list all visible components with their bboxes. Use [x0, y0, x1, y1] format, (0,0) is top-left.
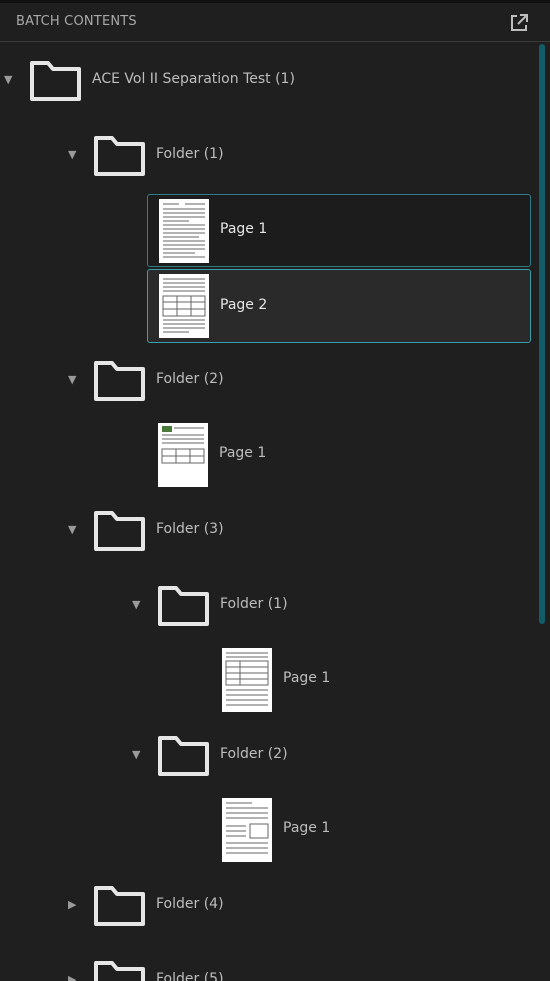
page-thumbnail	[158, 423, 208, 487]
page-label: Page 1	[219, 445, 267, 461]
chevron-right-icon[interactable]: ▶	[68, 899, 76, 911]
folder-4-label: Folder (4)	[156, 896, 224, 912]
page-item[interactable]: Page 1	[147, 419, 531, 492]
folder-icon	[92, 357, 148, 403]
folder-icon	[28, 57, 84, 103]
chevron-down-icon[interactable]: ▼	[68, 149, 76, 161]
folder-1-label: Folder (1)	[156, 146, 224, 162]
tree-root[interactable]: ▼ ACE Vol II Separation Test (1)	[0, 55, 530, 105]
page-label: Page 1	[283, 820, 331, 836]
chevron-down-icon[interactable]: ▼	[4, 74, 12, 86]
page-item[interactable]: Page 1	[211, 794, 531, 867]
page-thumbnail	[222, 798, 272, 862]
chevron-down-icon[interactable]: ▼	[132, 599, 140, 611]
page-item[interactable]: Page 1	[211, 644, 531, 717]
panel-header: BATCH CONTENTS	[0, 3, 550, 42]
page-item-selected[interactable]: Page 2	[147, 269, 531, 343]
page-label: Page 2	[220, 297, 268, 313]
page-label: Page 1	[220, 221, 268, 237]
folder-icon	[92, 957, 148, 981]
folder-2-label: Folder (2)	[156, 371, 224, 387]
folder-5[interactable]: ▶ Folder (5)	[0, 955, 530, 981]
folder-3[interactable]: ▼ Folder (3)	[0, 505, 530, 555]
folder-3-sub-2-label: Folder (2)	[220, 746, 288, 762]
folder-5-label: Folder (5)	[156, 971, 224, 981]
batch-contents-panel: BATCH CONTENTS ▼ ACE Vol II Separation T…	[0, 0, 550, 981]
folder-icon	[92, 882, 148, 928]
panel-title: BATCH CONTENTS	[16, 14, 137, 29]
folder-icon	[156, 732, 212, 778]
chevron-down-icon[interactable]: ▼	[68, 374, 76, 386]
folder-icon	[156, 582, 212, 628]
scrollbar[interactable]	[539, 44, 545, 624]
folder-1[interactable]: ▼ Folder (1)	[0, 130, 530, 180]
folder-icon	[92, 132, 148, 178]
page-thumbnail	[159, 274, 209, 338]
tree-root-label: ACE Vol II Separation Test (1)	[92, 71, 295, 87]
folder-icon	[92, 507, 148, 553]
chevron-down-icon[interactable]: ▼	[132, 749, 140, 761]
folder-2[interactable]: ▼ Folder (2)	[0, 355, 530, 405]
folder-3-sub-2[interactable]: ▼ Folder (2)	[0, 730, 530, 780]
chevron-right-icon[interactable]: ▶	[68, 974, 76, 981]
page-thumbnail	[222, 648, 272, 712]
chevron-down-icon[interactable]: ▼	[68, 524, 76, 536]
folder-3-sub-1[interactable]: ▼ Folder (1)	[0, 580, 530, 630]
page-item[interactable]: Page 1	[147, 194, 531, 267]
page-label: Page 1	[283, 670, 331, 686]
folder-3-label: Folder (3)	[156, 521, 224, 537]
folder-3-sub-1-label: Folder (1)	[220, 596, 288, 612]
external-link-icon[interactable]	[508, 12, 530, 34]
folder-4[interactable]: ▶ Folder (4)	[0, 880, 530, 930]
page-thumbnail	[159, 199, 209, 263]
